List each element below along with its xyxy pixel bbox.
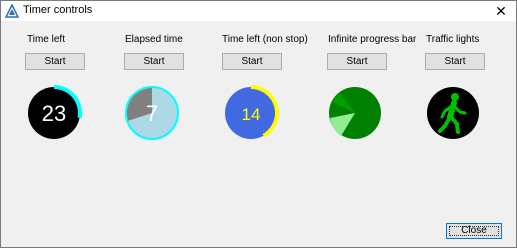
time-left-value: 23	[42, 101, 66, 126]
traffic-lights-start-button[interactable]: Start	[425, 53, 485, 70]
title-bar: Timer controls ✕	[1, 1, 516, 21]
infinite-progress-dial	[329, 87, 381, 139]
time-left-dial: 23	[28, 85, 82, 139]
app-icon	[5, 4, 19, 18]
time-left-nonstop-value: 14	[242, 105, 261, 124]
traffic-lights-label: Traffic lights	[426, 34, 480, 45]
infinite-progress-label: Infinite progress bar	[328, 34, 417, 45]
timer-controls-window: Timer controls ✕ Time left Start 23 Elap…	[0, 0, 517, 248]
traffic-lights-dial	[427, 87, 479, 139]
elapsed-time-start-button[interactable]: Start	[124, 53, 184, 70]
elapsed-time-dial: 7	[125, 86, 179, 140]
time-left-nonstop-start-button[interactable]: Start	[222, 53, 282, 70]
close-button[interactable]: Close	[446, 223, 502, 239]
time-left-start-button[interactable]: Start	[25, 53, 85, 70]
time-left-nonstop-label: Time left (non stop)	[222, 34, 308, 45]
window-title: Timer controls	[23, 4, 93, 16]
time-left-nonstop-dial: 14	[225, 85, 279, 139]
elapsed-time-value: 7	[146, 101, 158, 126]
close-icon[interactable]: ✕	[486, 1, 516, 21]
infinite-progress-start-button[interactable]: Start	[327, 53, 387, 70]
elapsed-time-label: Elapsed time	[125, 34, 183, 45]
time-left-label: Time left	[27, 34, 65, 45]
